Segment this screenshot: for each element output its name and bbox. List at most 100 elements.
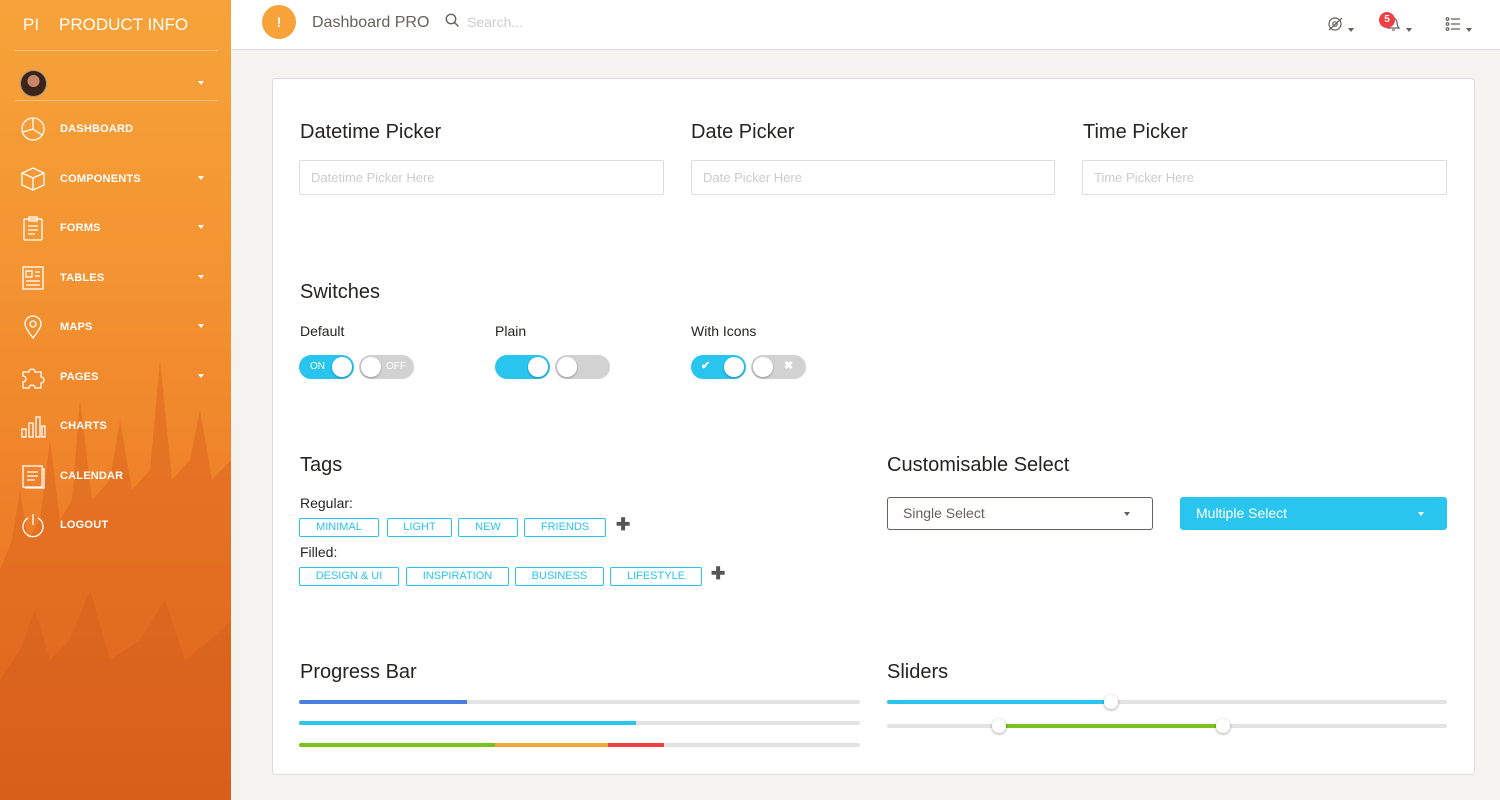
sidebar-item-maps[interactable]: MAPS [0,302,231,352]
chevron-down-icon [198,373,204,378]
pie-chart-icon [21,117,45,141]
power-icon [22,514,44,538]
content-card: Datetime Picker Date Picker Time Picker … [272,78,1475,775]
avatar[interactable] [20,70,47,97]
sidebar-item-charts[interactable]: CHARTS [0,401,231,451]
default-switch-off[interactable]: OFF [359,355,414,379]
multiple-select[interactable]: Multiple Select [1180,497,1447,530]
sidebar-item-label: CALENDAR [60,469,124,482]
sidebar-item-label: LOGOUT [60,519,109,531]
eye-icon [1328,17,1343,31]
plain-switch-on[interactable] [495,355,550,379]
slider-handle-lower[interactable] [992,719,1006,733]
notification-count-badge: 5 [1379,12,1395,28]
sidebar-item-components[interactable]: COMPONENTS [0,154,231,204]
sidebar-item-dashboard[interactable]: DASHBOARD [0,104,231,154]
slider-single[interactable] [887,695,1447,709]
date-picker-input[interactable] [691,160,1055,195]
progress-fill [299,700,468,704]
progress-fill-warning [495,743,608,747]
switch-on-text: ON [310,361,325,372]
switch-knob [332,357,352,377]
chevron-down-icon [1418,512,1424,516]
sidebar-item-label: MAPS [60,321,93,333]
icons-switch-label: With Icons [691,323,757,339]
logo-full-text: PRODUCT INFO [59,15,189,34]
slider-fill [999,724,1223,728]
default-switch-label: Default [300,323,345,339]
time-picker-input[interactable] [1082,160,1447,195]
settings-list-dropdown[interactable] [1445,15,1475,35]
check-icon: ✔ [701,360,711,372]
icons-switch-on[interactable]: ✔ [691,355,746,379]
sidebar-item-logout[interactable]: LOGOUT [0,500,231,550]
tag-chip[interactable]: LIGHT [387,518,452,537]
progress-bar-title: Progress Bar [300,661,417,683]
multiple-select-value: Multiple Select [1196,505,1288,521]
sidebar-item-pages[interactable]: PAGES [0,352,231,402]
progress-fill [299,721,636,725]
stats-dropdown[interactable] [1327,15,1357,35]
user-menu[interactable] [0,60,231,105]
minimize-sidebar-button[interactable]: ! [262,5,296,39]
divider [15,100,218,101]
customisable-select-title: Customisable Select [887,454,1070,476]
sidebar-item-label: FORMS [60,222,101,234]
progress-bar-stacked [299,743,860,747]
chevron-down-icon [198,324,204,328]
default-switch-on[interactable]: ON [299,355,354,379]
clipboard-icon [23,216,43,241]
sliders-title: Sliders [887,661,949,683]
tag-chip[interactable]: LIFESTYLE [610,567,702,586]
single-select[interactable]: Single Select [887,497,1153,530]
tag-chip[interactable]: FRIENDS [524,518,606,537]
chevron-down-icon [1124,512,1130,516]
single-select-value: Single Select [903,505,985,521]
switch-knob [753,357,773,377]
regular-tags-label: Regular: [300,495,353,511]
sidebar: PI PRODUCT INFO DASHBOARD COMPONENTS FOR… [0,0,231,800]
sidebar-item-calendar[interactable]: CALENDAR [0,451,231,501]
search-input[interactable] [467,12,667,32]
switch-off-text: OFF [386,361,406,372]
icons-switch-off[interactable]: ✖ [751,355,806,379]
slider-fill [887,700,1111,704]
chevron-down-icon [1406,28,1412,32]
slider-range[interactable] [887,719,1447,733]
puzzle-icon [22,367,45,389]
time-picker-title: Time Picker [1083,121,1188,143]
slider-handle-upper[interactable] [1216,719,1230,733]
tag-chip[interactable]: NEW [458,518,518,537]
tag-chip[interactable]: INSPIRATION [406,567,509,586]
sidebar-logo[interactable]: PI PRODUCT INFO [0,0,231,50]
plain-switch-off[interactable] [555,355,610,379]
switch-knob [557,357,577,377]
tag-chip[interactable]: BUSINESS [515,567,604,586]
add-tag-icon[interactable]: ✚ [616,515,630,535]
tag-chip[interactable]: MINIMAL [299,518,379,537]
top-navbar: ! Dashboard PRO 5 [231,0,1500,50]
chevron-down-icon [198,274,204,279]
chevron-down-icon [198,225,204,229]
sidebar-item-label: DASHBOARD [60,123,134,135]
box-icon [21,166,45,191]
sidebar-item-label: TABLES [60,271,105,284]
progress-fill-danger [607,743,664,747]
slider-handle[interactable] [1104,695,1118,709]
sidebar-item-label: PAGES [60,370,99,383]
search-icon [445,13,459,27]
datetime-picker-input[interactable] [299,160,664,195]
chevron-down-icon [1466,28,1472,32]
sidebar-item-forms[interactable]: FORMS [0,203,231,253]
tag-chip[interactable]: DESIGN & UI [299,567,399,586]
calendar-icon [22,464,45,489]
add-tag-icon[interactable]: ✚ [711,564,725,584]
sidebar-item-label: CHARTS [60,420,108,432]
date-picker-title: Date Picker [691,121,795,143]
switch-knob [528,357,548,377]
cross-icon: ✖ [784,360,794,372]
datetime-picker-title: Datetime Picker [300,121,442,143]
progress-fill-success [299,743,496,747]
navbar-brand[interactable]: Dashboard PRO [312,14,429,32]
sidebar-item-tables[interactable]: TABLES [0,253,231,303]
